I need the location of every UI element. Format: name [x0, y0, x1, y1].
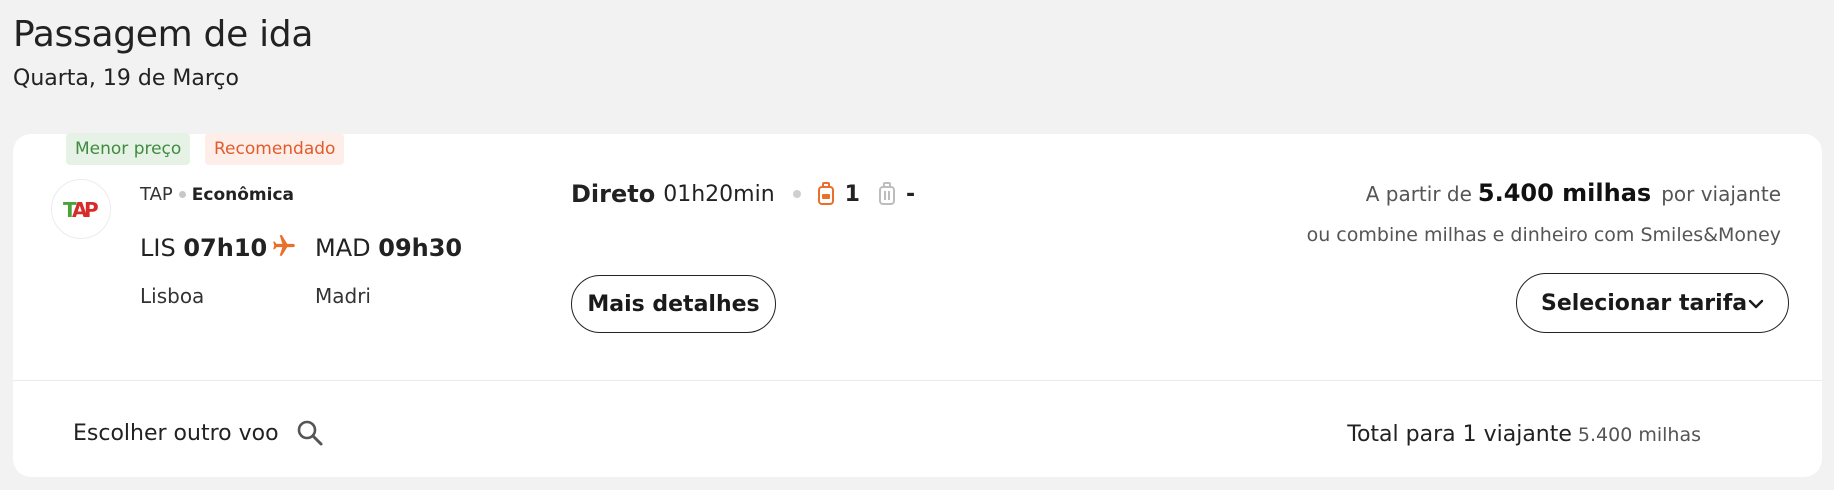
recommended-badge: Recomendado	[205, 133, 345, 165]
separator-dot	[792, 190, 801, 198]
price-line: A partir de 5.400 milhas por viajante	[1366, 179, 1781, 207]
arrival: MAD 09h30	[315, 234, 462, 262]
cabin-class: Econômica	[191, 184, 295, 205]
departure: LIS 07h10	[140, 234, 267, 262]
select-fare-label: Selecionar tarifa	[1541, 290, 1748, 316]
chevron-down-icon	[1748, 299, 1764, 309]
arrival-time: 09h30	[378, 234, 463, 262]
airline-name: TAP	[140, 184, 173, 205]
price-prefix: A partir de	[1365, 182, 1472, 206]
separator-dot	[178, 191, 186, 198]
total-price: Total para 1 viajante 5.400 milhas	[1347, 422, 1701, 447]
flight-duration: 01h20min	[663, 181, 775, 207]
more-details-button[interactable]: Mais detalhes	[571, 275, 776, 333]
price-miles: 5.400 milhas	[1477, 179, 1652, 207]
carry-on-count: 1	[844, 181, 860, 207]
choose-other-flight-label: Escolher outro voo	[73, 420, 279, 446]
origin-code: LIS	[140, 234, 176, 262]
search-icon	[297, 420, 323, 446]
origin-city: Lisboa	[140, 284, 205, 308]
destination-code: MAD	[315, 234, 371, 262]
choose-other-flight-link[interactable]: Escolher outro voo	[73, 418, 325, 448]
flight-card: Menor preço Recomendado T A P TAP Econôm…	[13, 133, 1822, 477]
checked-bag-icon	[878, 182, 895, 205]
airline-logo: T A P	[51, 179, 111, 239]
total-miles: 5.400 milhas	[1577, 424, 1701, 446]
flight-info: Direto 01h20min 1 -	[571, 180, 915, 208]
tap-logo-mark: T A P	[63, 198, 99, 222]
select-fare-button[interactable]: Selecionar tarifa	[1516, 273, 1789, 333]
checked-bag-value: -	[905, 181, 916, 207]
departure-time: 07h10	[183, 234, 268, 262]
price-suffix: por viajante	[1661, 182, 1781, 206]
stop-type: Direto	[571, 180, 656, 208]
plane-icon	[273, 235, 295, 256]
page-title: Passagem de ida	[13, 14, 314, 55]
carrier-info: TAP Econômica	[140, 184, 294, 205]
flight-date: Quarta, 19 de Março	[13, 66, 239, 91]
smiles-money-text: ou combine milhas e dinheiro com Smiles&…	[1306, 224, 1781, 246]
total-label: Total para 1 viajante	[1347, 422, 1572, 447]
lowest-price-badge: Menor preço	[66, 133, 191, 165]
destination-city: Madri	[315, 284, 371, 308]
card-divider	[13, 380, 1822, 381]
svg-text:P: P	[84, 198, 99, 222]
carry-on-bag-icon	[817, 182, 834, 205]
